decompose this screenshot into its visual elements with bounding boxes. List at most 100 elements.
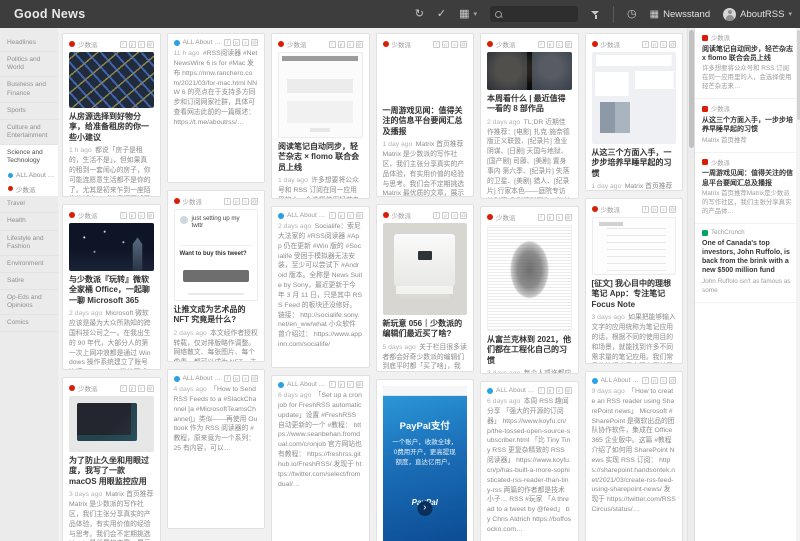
pocket-icon[interactable]: p <box>337 40 345 48</box>
rightbar-item[interactable]: TechCrunch One of Canada's top investors,… <box>695 224 796 304</box>
history-icon[interactable]: ◷ <box>627 8 637 20</box>
email-icon[interactable]: @ <box>251 39 258 46</box>
email-icon[interactable]: @ <box>669 377 676 384</box>
facebook-icon[interactable]: f <box>642 377 649 384</box>
facebook-icon[interactable]: f <box>642 40 649 48</box>
facebook-icon[interactable]: f <box>642 205 649 213</box>
email-icon[interactable]: @ <box>355 40 363 48</box>
email-icon[interactable]: @ <box>355 212 363 219</box>
instapaper-icon[interactable]: ≡ <box>346 40 354 48</box>
pocket-icon[interactable]: p <box>128 211 136 219</box>
search-input[interactable] <box>506 8 574 20</box>
facebook-icon[interactable]: f <box>224 375 231 382</box>
email-icon[interactable]: @ <box>146 40 154 48</box>
email-icon[interactable]: @ <box>251 375 258 382</box>
sidebar-item-op-eds-and-opinions[interactable]: Op-Eds and Opinions <box>0 290 58 316</box>
email-icon[interactable]: @ <box>669 205 676 213</box>
rightbar-item[interactable]: 少数派 阅读笔记自动同步，轻芒杂志 x flomo 联合会员上线 许多想要将公众号和… <box>695 28 796 100</box>
rightbar-item[interactable]: 少数派 从这三个方面入手，一步步培养早睡早起的习惯 Matrix 首页推荐 <box>695 99 796 153</box>
email-icon[interactable]: @ <box>355 381 363 388</box>
facebook-icon[interactable]: f <box>224 39 231 46</box>
pocket-icon[interactable]: p <box>651 40 658 48</box>
news-card[interactable]: 少数派 f p ≡ @ 一周游戏见闻：值得关注的信息平台要闻汇总及播报 1 day ago … <box>375 33 474 197</box>
news-card[interactable]: 少数派 f p ≡ @ 从这三个方面入手，一步步培养早睡早起的习惯 1 day ago Ma… <box>584 33 683 191</box>
filter-icon[interactable] <box>591 10 600 19</box>
sidebar-item-satire[interactable]: Satire <box>0 273 58 290</box>
pocket-icon[interactable]: p <box>233 375 240 382</box>
pocket-icon[interactable]: p <box>128 40 136 48</box>
news-card[interactable]: 少数派 f p ≡ @ 为了防止久坐和用眼过度，我写了一款 macOS 用眼监控应用 3 d… <box>62 377 161 541</box>
instapaper-icon[interactable]: ≡ <box>660 40 667 48</box>
sidebar-item-sports[interactable]: Sports <box>0 103 58 120</box>
refresh-icon[interactable]: ↻ <box>415 8 424 20</box>
sidebar-item-travel[interactable]: Travel <box>0 196 58 214</box>
instapaper-icon[interactable]: ≡ <box>451 40 458 48</box>
news-card[interactable]: ALL About RSS - Telegfp≡@11 h ago #RSS阅读… <box>166 33 265 183</box>
layout-caret-icon[interactable]: ▾ <box>474 10 478 18</box>
news-card[interactable]: 少数派 f p ≡ @ 阅读笔记自动同步，轻芒杂志 × flomo 联合会员上线 1 day… <box>271 33 370 199</box>
sidebar-item-business-and-finance[interactable]: Business and Finance <box>0 77 58 103</box>
pocket-icon[interactable]: p <box>546 40 554 48</box>
sidebar-item-headlines[interactable]: Headlines <box>0 35 58 53</box>
news-card[interactable]: ALL About RSS - Telegfp≡@4 days ago 「How… <box>166 369 265 529</box>
pocket-icon[interactable]: p <box>651 205 658 213</box>
facebook-icon[interactable]: f <box>537 40 545 48</box>
facebook-icon[interactable]: f <box>119 384 127 392</box>
facebook-icon[interactable]: f <box>537 387 545 394</box>
facebook-icon[interactable]: f <box>433 40 440 48</box>
instapaper-icon[interactable]: ≡ <box>137 211 145 219</box>
facebook-icon[interactable]: f <box>328 40 336 48</box>
pocket-icon[interactable]: p <box>337 212 345 219</box>
news-card[interactable]: PayPal支付 一个账户，收款全球，0费用开户，更高提现额度，直达亿用户。 Pay… <box>375 379 474 541</box>
sidebar-item-science-and-technology[interactable]: Science and Technology <box>0 145 58 170</box>
sidebar-item-comics[interactable]: Comics <box>0 315 58 333</box>
account-menu[interactable]: AboutRSS ▾ <box>723 7 792 21</box>
mark-all-read-icon[interactable]: ✓ <box>437 8 446 20</box>
email-icon[interactable]: @ <box>146 211 154 219</box>
rightbar-item[interactable]: 少数派 一周游戏见闻：值得关注的信息平台要闻汇总及播报 Matrix 首页推荐Mat… <box>695 153 796 225</box>
instapaper-icon[interactable]: ≡ <box>242 375 249 382</box>
pocket-icon[interactable]: p <box>546 213 554 221</box>
layout-view-icon[interactable]: ▦ <box>459 8 469 20</box>
news-card[interactable]: 少数派 f p ≡ @ [征文] 我心目中的理想笔记 App：专注笔记 Focus Not… <box>584 198 683 364</box>
news-card[interactable]: ALL About RSS - Telegfp≡@6 days ago 「Set… <box>271 375 370 541</box>
rightbar-scrollbar-thumb[interactable] <box>796 30 800 120</box>
facebook-icon[interactable]: f <box>328 381 336 388</box>
news-card[interactable]: 少数派 f p ≡ @ 与少数派『玩转』微软全家桶 Office，一起聊一聊 Micros… <box>62 204 161 370</box>
instapaper-icon[interactable]: ≡ <box>555 387 563 394</box>
email-icon[interactable]: @ <box>564 40 572 48</box>
facebook-icon[interactable]: f <box>328 212 336 219</box>
pocket-icon[interactable]: p <box>233 197 240 205</box>
news-card[interactable]: ALL About RSS - Telegfp≡@9 days ago 「How… <box>584 371 683 541</box>
facebook-icon[interactable]: f <box>119 211 127 219</box>
email-icon[interactable]: @ <box>564 387 572 394</box>
facebook-icon[interactable]: f <box>224 197 231 205</box>
facebook-icon[interactable]: f <box>537 213 545 221</box>
pocket-icon[interactable]: p <box>337 381 345 388</box>
main-scrollbar[interactable] <box>687 28 694 541</box>
instapaper-icon[interactable]: ≡ <box>346 381 354 388</box>
instapaper-icon[interactable]: ≡ <box>242 39 249 46</box>
pocket-icon[interactable]: p <box>546 387 554 394</box>
email-icon[interactable]: @ <box>146 384 154 392</box>
sidebar-item-politics-and-world[interactable]: Politics and World <box>0 52 58 78</box>
instapaper-icon[interactable]: ≡ <box>137 384 145 392</box>
news-card[interactable]: 少数派 f p ≡ @ 从房源选择到好物分享，给准备租房的你一些小建议 1 h ago 都说… <box>62 33 161 197</box>
email-icon[interactable]: @ <box>460 40 467 48</box>
newsstand-button[interactable]: ▦ Newsstand <box>650 9 710 20</box>
email-icon[interactable]: @ <box>460 211 467 219</box>
sidebar-item-environment[interactable]: Environment <box>0 256 58 273</box>
pocket-icon[interactable]: p <box>442 40 449 48</box>
pocket-icon[interactable]: p <box>128 384 136 392</box>
instapaper-icon[interactable]: ≡ <box>555 40 563 48</box>
rightbar-scrollbar[interactable] <box>796 28 800 541</box>
instapaper-icon[interactable]: ≡ <box>555 213 563 221</box>
sidebar-feed-item[interactable]: ALL About RSS - Te <box>0 169 58 182</box>
news-card[interactable]: ALL About RSS - Telegfp≡@2 days ago Soci… <box>271 206 370 368</box>
pocket-icon[interactable]: p <box>651 377 658 384</box>
pocket-icon[interactable]: p <box>233 39 240 46</box>
sidebar-item-culture-and-entertainment[interactable]: Culture and Entertainment <box>0 120 58 145</box>
sidebar-item-lifestyle-and-fashion[interactable]: Lifestyle and Fashion <box>0 231 58 256</box>
news-card[interactable]: 少数派 f p ≡ @ 新玩意 056｜少数派的编辑们最近买了啥? 5 days ago 关… <box>375 204 474 372</box>
instapaper-icon[interactable]: ≡ <box>660 205 667 213</box>
